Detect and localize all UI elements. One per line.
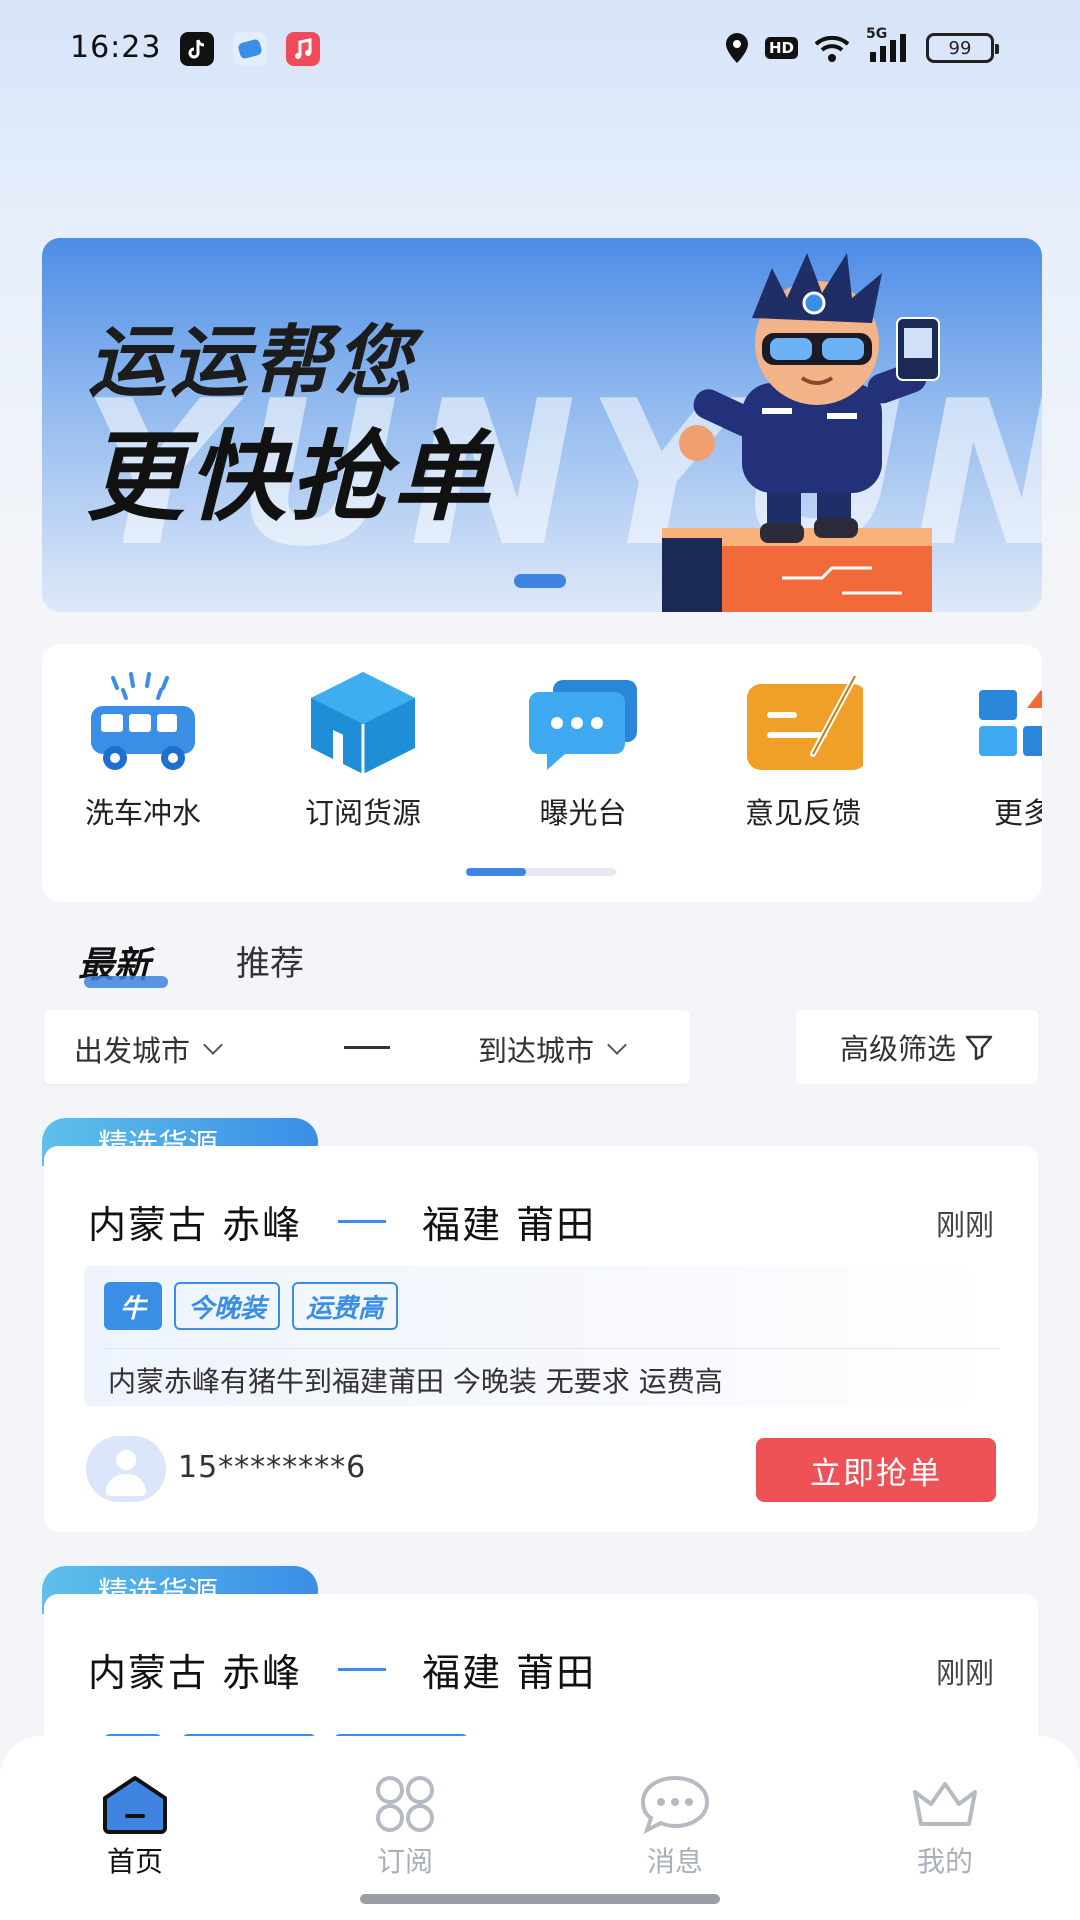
grab-order-button[interactable]: 立即抢单	[756, 1438, 996, 1502]
tool-feedback[interactable]: 意见反馈	[708, 668, 898, 832]
quick-tools-panel: 洗车冲水 订阅货源 曝光台 意见反馈 更多	[42, 644, 1042, 902]
feedback-pen-icon	[738, 668, 868, 778]
net-label: 5G	[866, 26, 888, 42]
banner-headline-2: 更快抢单	[86, 421, 495, 535]
shipper-phone: 15********6	[178, 1450, 367, 1485]
cargo-card[interactable]: 内蒙古 赤峰 福建 莆田 刚刚 牛 今晚装 运费高 内蒙赤峰有猪牛到福建莆田 今…	[44, 1146, 1038, 1532]
app-icon	[233, 32, 267, 66]
load-time-tag: 今晚装	[174, 1282, 281, 1330]
tab-active-underline	[84, 976, 168, 988]
departure-city-select[interactable]: 出发城市	[74, 1028, 223, 1070]
signal-5g-icon: 5G	[866, 26, 912, 66]
arrival-city-label: 到达城市	[478, 1034, 595, 1068]
tab-recommended[interactable]: 推荐	[236, 936, 304, 985]
tool-subscribe-source[interactable]: 订阅货源	[268, 668, 458, 832]
nav-profile[interactable]: 我的	[870, 1772, 1020, 1880]
tool-label: 曝光台	[539, 796, 627, 830]
tag-row: 牛 今晚装 运费高	[104, 1282, 399, 1330]
battery-icon: 99	[926, 33, 999, 63]
bottom-navigation: 首页 订阅 消息 我的	[0, 1736, 1080, 1920]
advanced-filter-button[interactable]: 高级筛选	[796, 1010, 1038, 1084]
route-arrow-icon	[338, 1220, 387, 1223]
crown-icon	[905, 1772, 985, 1836]
arrival-city-select[interactable]: 到达城市	[478, 1028, 627, 1070]
status-bar: 16:23 HD 5G 99	[0, 0, 1080, 100]
route: 内蒙古 赤峰 福建 莆田	[88, 1194, 596, 1249]
tiktok-icon	[180, 32, 214, 66]
location-icon	[723, 30, 751, 66]
post-time: 刚刚	[935, 1208, 994, 1242]
cargo-details: 牛 今晚装 运费高 内蒙赤峰有猪牛到福建莆田 今晚装 无要求 运费高	[84, 1266, 1000, 1406]
avatar	[86, 1436, 166, 1502]
chevron-down-icon	[203, 1035, 223, 1055]
cargo-description: 内蒙赤峰有猪牛到福建莆田 今晚装 无要求 运费高	[108, 1365, 723, 1398]
advanced-filter-label: 高级筛选	[839, 1032, 956, 1066]
home-icon	[95, 1772, 175, 1836]
tool-more[interactable]: 更多	[928, 668, 1042, 832]
tool-exposure[interactable]: 曝光台	[488, 668, 678, 832]
nav-label: 首页	[106, 1845, 163, 1878]
route-from: 内蒙古 赤峰	[88, 1651, 303, 1695]
music-icon	[286, 32, 320, 66]
route-arrow-icon	[338, 1668, 387, 1671]
divider	[104, 1348, 1000, 1349]
departure-city-label: 出发城市	[74, 1034, 191, 1068]
tool-label: 订阅货源	[304, 796, 421, 830]
hd-icon: HD	[764, 30, 798, 66]
nav-label: 订阅	[376, 1845, 433, 1878]
nav-subscribe[interactable]: 订阅	[330, 1772, 480, 1880]
banner-headline-1: 运运帮您	[88, 318, 417, 408]
battery-level: 99	[948, 37, 972, 59]
more-grid-icon	[958, 668, 1042, 778]
promo-banner[interactable]: YUNYUN 运运帮您 更快抢单	[42, 238, 1042, 612]
route: 内蒙古 赤峰 福建 莆田	[88, 1642, 596, 1697]
post-time: 刚刚	[935, 1656, 994, 1690]
chat-bubbles-icon	[518, 668, 648, 778]
cargo-type-tag: 牛	[104, 1282, 162, 1330]
tool-label: 意见反馈	[744, 796, 861, 830]
tool-label: 更多	[993, 796, 1042, 830]
status-time: 16:23	[70, 30, 162, 65]
message-icon	[635, 1772, 715, 1836]
tool-label: 洗车冲水	[84, 796, 201, 830]
chevron-down-icon	[607, 1035, 627, 1055]
high-fee-tag: 运费高	[292, 1282, 399, 1330]
hd-label: HD	[764, 37, 798, 59]
tool-car-wash[interactable]: 洗车冲水	[48, 668, 238, 832]
banner-page-indicator	[514, 574, 566, 588]
filter-icon	[965, 1035, 993, 1061]
box-icon	[298, 668, 428, 778]
tools-scroll-indicator	[466, 868, 616, 876]
car-wash-icon	[78, 668, 208, 778]
nav-messages[interactable]: 消息	[600, 1772, 750, 1880]
nav-label: 消息	[646, 1845, 703, 1878]
wifi-icon	[812, 30, 852, 66]
home-indicator[interactable]	[360, 1894, 720, 1904]
route-to: 福建 莆田	[422, 1203, 597, 1247]
nav-label: 我的	[916, 1845, 973, 1878]
nav-home[interactable]: 首页	[60, 1772, 210, 1880]
route-to: 福建 莆田	[422, 1651, 597, 1695]
route-dash	[344, 1046, 390, 1049]
route-filter: 出发城市 到达城市	[44, 1010, 690, 1084]
mascot-illustration	[662, 253, 940, 612]
route-from: 内蒙古 赤峰	[88, 1203, 303, 1247]
subscribe-grid-icon	[365, 1772, 445, 1836]
